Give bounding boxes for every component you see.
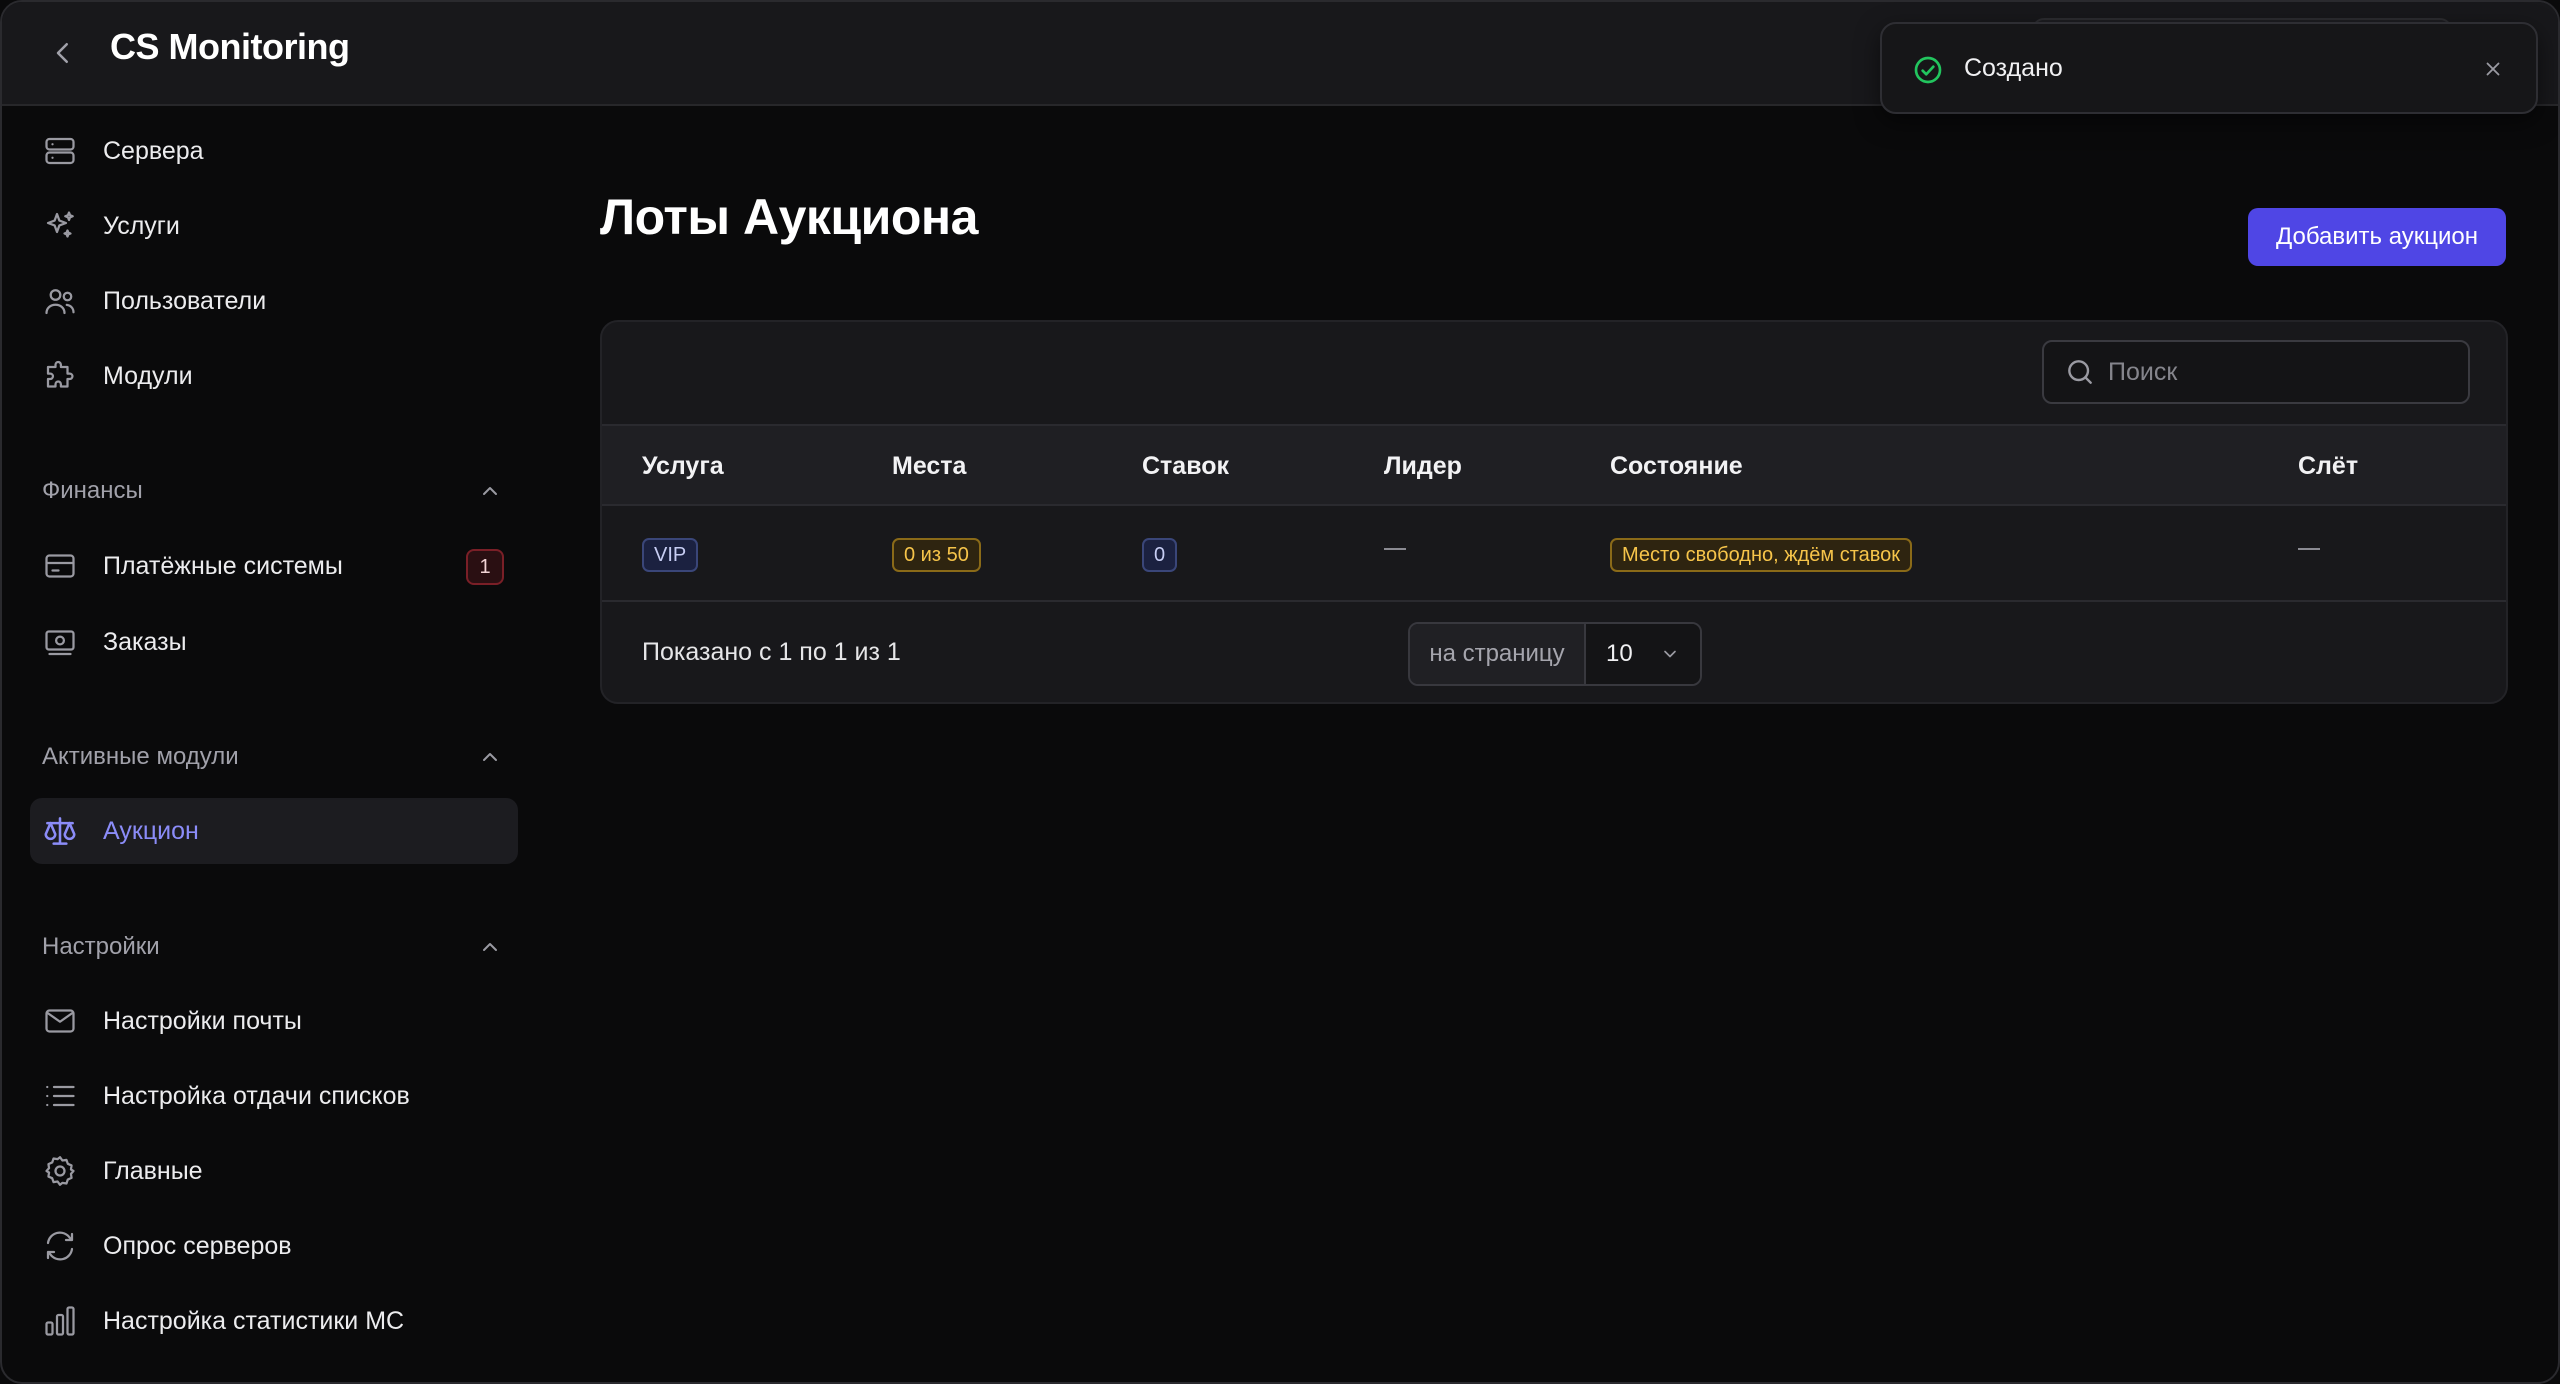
section-title: Активные модули: [42, 743, 239, 770]
sidebar-item-modules[interactable]: Модули: [30, 343, 518, 409]
bids-badge: 0: [1142, 538, 1178, 572]
search-box: [2042, 340, 2470, 404]
sidebar-item-label: Опрос серверов: [103, 1231, 292, 1260]
chevron-up-icon: [483, 487, 497, 495]
column-header-service[interactable]: Услуга: [642, 452, 724, 481]
page-title: Лоты Аукциона: [600, 189, 978, 245]
auction-lots-table-card: Услуга Места Ставок Лидер Состояние Слёт…: [600, 320, 2508, 704]
toast-message: Создано: [1964, 54, 2063, 82]
toast-close-button[interactable]: [2476, 52, 2510, 86]
status-badge: Место свободно, ждём ставок: [1610, 538, 1913, 572]
cell-expiry-empty: [2298, 548, 2320, 550]
notification-badge: 1: [466, 549, 504, 585]
chevron-up-icon: [483, 943, 497, 951]
sidebar-item-label: Сервера: [103, 136, 204, 165]
table-header: Услуга Места Ставок Лидер Состояние Слёт: [602, 424, 2506, 506]
app-title: CS Monitoring: [110, 26, 350, 67]
sidebar-item-label: Заказы: [103, 627, 187, 656]
mail-icon: [40, 1001, 80, 1041]
service-badge: VIP: [642, 538, 699, 572]
sidebar-item-users[interactable]: Пользователи: [30, 268, 518, 334]
section-title: Финансы: [42, 477, 143, 504]
pagination-summary: Показано с 1 по 1 из 1: [642, 638, 901, 666]
check-circle-icon: [1914, 56, 1942, 84]
per-page-label: на страницу: [1410, 624, 1586, 684]
section-active-modules-toggle[interactable]: Активные модули: [42, 737, 502, 777]
sidebar-item-label: Услуги: [103, 211, 180, 240]
back-button[interactable]: [40, 30, 86, 76]
refresh-icon: [40, 1226, 80, 1266]
section-title: Настройки: [42, 933, 160, 960]
section-settings-toggle[interactable]: Настройки: [42, 927, 502, 967]
puzzle-icon: [40, 356, 80, 396]
sidebar-item-servers[interactable]: Сервера: [30, 118, 518, 184]
close-icon: [2486, 62, 2500, 76]
sidebar-item-server-polling[interactable]: Опрос серверов: [30, 1213, 518, 1279]
sidebar-item-mail-settings[interactable]: Настройки почты: [30, 988, 518, 1054]
cell-status: Место свободно, ждём ставок: [1610, 538, 1913, 572]
bar-chart-icon: [40, 1301, 80, 1341]
list-icon: [40, 1076, 80, 1116]
sidebar-item-services[interactable]: Услуги: [30, 193, 518, 259]
users-icon: [40, 281, 80, 321]
sidebar-item-orders[interactable]: Заказы: [30, 609, 518, 675]
sidebar-item-list-settings[interactable]: Настройка отдачи списков: [30, 1063, 518, 1129]
sidebar-item-label: Настройки почты: [103, 1006, 302, 1035]
column-header-status[interactable]: Состояние: [1610, 452, 1743, 481]
sidebar-item-label: Главные: [103, 1156, 203, 1185]
sidebar-item-payment-systems[interactable]: Платёжные системы 1: [30, 533, 518, 599]
places-badge: 0 из 50: [892, 538, 981, 572]
cell-leader-empty: [1384, 548, 1406, 550]
cell-service: VIP: [642, 538, 699, 572]
per-page-select[interactable]: 10: [1586, 624, 1700, 684]
toast-notification: Создано: [1880, 22, 2538, 114]
search-icon: [2068, 360, 2092, 384]
table-row[interactable]: VIP 0 из 50 0 Место свободно, ждём ставо…: [602, 506, 2506, 602]
cell-bids: 0: [1142, 538, 1178, 572]
sidebar-item-label: Настройка статистики MC: [103, 1306, 405, 1335]
sidebar-item-label: Настройка отдачи списков: [103, 1081, 410, 1110]
cash-icon: [40, 622, 80, 662]
per-page-selector: на страницу 10: [1408, 622, 1702, 686]
gear-icon: [40, 1151, 80, 1191]
chevron-down-icon: [1664, 650, 1676, 658]
sidebar-item-auction[interactable]: Аукцион: [30, 798, 518, 864]
scale-icon: [40, 811, 80, 851]
chevron-up-icon: [483, 753, 497, 761]
sparkles-icon: [40, 206, 80, 246]
column-header-expiry[interactable]: Слёт: [2298, 452, 2358, 481]
sidebar-item-label: Аукцион: [103, 816, 199, 845]
sidebar-item-label: Платёжные системы: [103, 551, 343, 580]
sidebar-item-label: Модули: [103, 361, 193, 390]
chevron-left-icon: [56, 43, 68, 63]
sidebar-item-mc-stats[interactable]: Настройка статистики MC: [30, 1288, 518, 1354]
sidebar-item-label: Пользователи: [103, 286, 267, 315]
cell-places: 0 из 50: [892, 538, 981, 572]
column-header-places[interactable]: Места: [892, 452, 966, 481]
section-finance-toggle[interactable]: Финансы: [42, 471, 502, 511]
column-header-bids[interactable]: Ставок: [1142, 452, 1229, 481]
per-page-value: 10: [1606, 640, 1633, 667]
sidebar-item-general[interactable]: Главные: [30, 1138, 518, 1204]
search-input[interactable]: [2108, 357, 2448, 387]
server-icon: [40, 131, 80, 171]
add-auction-button[interactable]: Добавить аукцион: [2248, 208, 2506, 266]
app-window: CS Monitoring Создано Сервера Услуги Пол…: [0, 0, 2560, 1384]
column-header-leader[interactable]: Лидер: [1384, 452, 1462, 481]
credit-card-icon: [40, 546, 80, 586]
